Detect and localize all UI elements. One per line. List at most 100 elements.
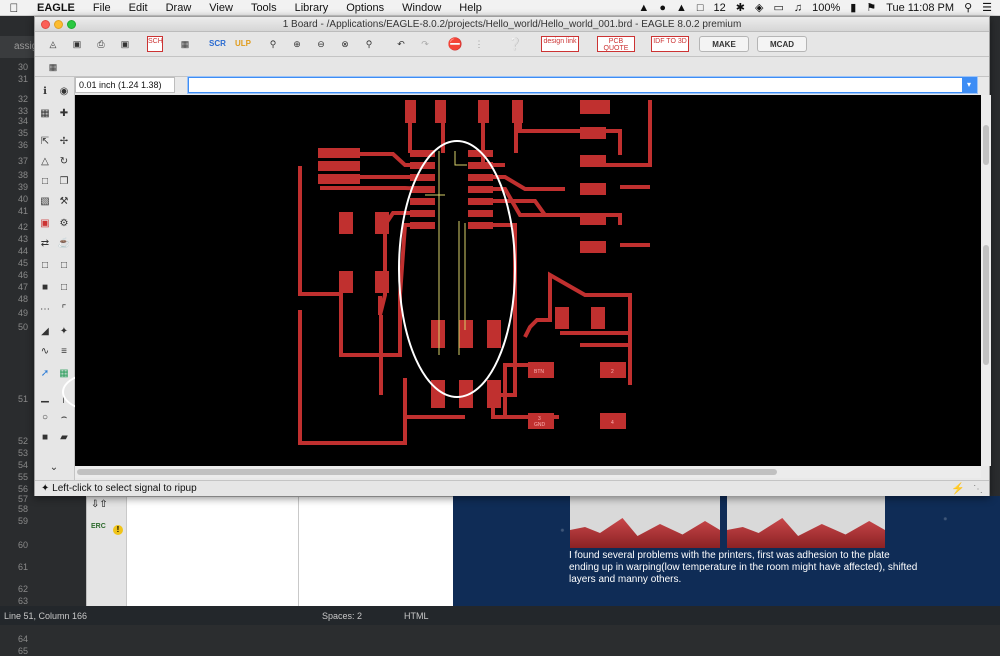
sync-icon[interactable]: ● xyxy=(659,2,666,14)
swap-icon[interactable]: ⇄ xyxy=(38,237,52,251)
move-icon[interactable]: ⇱ xyxy=(38,135,52,149)
zoom-out-icon[interactable]: ⊖ xyxy=(313,36,329,52)
via-icon[interactable]: ✦ xyxy=(57,325,71,339)
mirror-icon[interactable]: △ xyxy=(38,155,52,169)
ulp-icon[interactable]: ULP xyxy=(235,36,251,52)
resize-grip-icon[interactable]: ⋱ xyxy=(973,482,983,497)
print-icon[interactable]: ⎙ xyxy=(93,36,109,52)
add-icon[interactable]: ▣ xyxy=(38,217,52,231)
redo-icon[interactable]: ↷ xyxy=(417,36,433,52)
circle-icon[interactable]: ○ xyxy=(38,411,52,425)
split-wire-icon[interactable]: ◢ xyxy=(38,325,52,339)
mark-icon[interactable]: ✚ xyxy=(57,107,71,121)
arrows-icon[interactable]: ⇩⇧ xyxy=(91,499,108,510)
zoom-button[interactable] xyxy=(67,20,76,29)
split-icon[interactable]: ■ xyxy=(38,281,52,295)
schematic-icon[interactable]: SCH xyxy=(147,36,163,52)
expand-chevron-icon[interactable]: ⌄ xyxy=(47,461,61,475)
lock-icon[interactable]: ☕ xyxy=(57,237,71,251)
notification-icon[interactable]: □ xyxy=(697,2,704,14)
board-canvas[interactable]: BTN 2 3 GND 4 xyxy=(75,95,981,466)
flag-icon[interactable]: ⚑ xyxy=(866,1,876,14)
zoom-redraw-icon[interactable]: ⊗ xyxy=(337,36,353,52)
library-icon[interactable]: ▦ xyxy=(177,36,193,52)
rect-icon[interactable]: ■ xyxy=(38,431,52,445)
horizontal-scrollbar[interactable] xyxy=(75,466,981,478)
rotate-icon[interactable]: ↻ xyxy=(57,155,71,169)
help-icon[interactable]: ❔ xyxy=(507,36,523,52)
group-icon[interactable]: □ xyxy=(38,175,52,189)
copy-icon[interactable]: ❐ xyxy=(57,175,71,189)
menu-library[interactable]: Library xyxy=(286,2,338,14)
make-button[interactable]: MAKE xyxy=(699,36,749,52)
optimize-icon[interactable]: ⋯ xyxy=(38,303,52,317)
name-icon[interactable]: □ xyxy=(38,259,52,273)
design-link-button[interactable]: design link xyxy=(541,36,579,52)
value-icon[interactable]: □ xyxy=(57,259,71,273)
bolt-icon[interactable]: ⚡ xyxy=(951,482,965,497)
length-icon[interactable]: ≡ xyxy=(57,345,71,359)
syntax-mode[interactable]: HTML xyxy=(404,611,429,621)
warning-icon[interactable]: ! xyxy=(113,525,123,535)
smash-icon[interactable]: □ xyxy=(57,281,71,295)
cam-icon[interactable]: ▣ xyxy=(117,36,133,52)
menu-options[interactable]: Options xyxy=(337,2,393,14)
arc-icon[interactable]: ⌢ xyxy=(57,411,71,425)
pcb-quote-button[interactable]: PCB QUOTE xyxy=(597,36,635,52)
display-layers-icon[interactable]: ▦ xyxy=(38,107,52,121)
cursor-position[interactable]: Line 51, Column 166 xyxy=(4,611,87,621)
search-icon[interactable]: ⚲ xyxy=(964,1,972,14)
route-icon[interactable]: ➚ xyxy=(38,367,52,381)
open-icon[interactable]: ◬ xyxy=(45,36,61,52)
move-group-icon[interactable]: ✢ xyxy=(57,135,71,149)
command-history-dropdown-icon[interactable]: ▾ xyxy=(962,78,976,92)
list-icon[interactable]: ☰ xyxy=(982,1,992,14)
battery-icon[interactable]: ▮ xyxy=(850,1,856,14)
menu-window[interactable]: Window xyxy=(393,2,450,14)
script-icon[interactable]: SCR xyxy=(209,36,226,52)
grid-icon[interactable]: ▦ xyxy=(45,59,61,75)
airplay-icon[interactable]: ▭ xyxy=(773,1,783,14)
dropbox-icon[interactable]: ▲ xyxy=(638,2,649,14)
apple-menu-icon[interactable]:  xyxy=(0,1,28,15)
show-icon[interactable]: ◉ xyxy=(57,85,71,99)
ic-pin-r6 xyxy=(468,210,493,217)
miter-icon[interactable]: ⌜ xyxy=(57,303,71,317)
mcad-button[interactable]: MCAD xyxy=(757,36,807,52)
zoom-select-icon[interactable]: ⚲ xyxy=(361,36,377,52)
undo-icon[interactable]: ↶ xyxy=(393,36,409,52)
print-photo-1 xyxy=(570,496,720,548)
clock[interactable]: Tue 11:08 PM xyxy=(886,2,954,14)
zoom-fit-icon[interactable]: ⚲ xyxy=(265,36,281,52)
idf-to-3d-button[interactable]: IDF TO 3D xyxy=(651,36,689,52)
line-number: 30 xyxy=(17,62,28,72)
zoom-in-icon[interactable]: ⊕ xyxy=(289,36,305,52)
vertical-scrollbar[interactable] xyxy=(981,95,991,466)
minimize-button[interactable] xyxy=(54,20,63,29)
info-icon[interactable]: ℹ xyxy=(38,85,52,99)
erc-icon[interactable]: ERC xyxy=(91,523,106,530)
command-input[interactable]: ▾ xyxy=(188,77,977,93)
bluetooth-icon[interactable]: ✱ xyxy=(736,1,745,14)
menu-tools[interactable]: Tools xyxy=(242,2,286,14)
wire-icon[interactable]: ▁ xyxy=(38,391,52,405)
replace-icon[interactable]: ⚙ xyxy=(57,217,71,231)
change-icon[interactable]: ⚒ xyxy=(57,195,71,209)
volume-icon[interactable]: ♫ xyxy=(794,2,802,14)
menu-edit[interactable]: Edit xyxy=(120,2,157,14)
menu-file[interactable]: File xyxy=(84,2,120,14)
indent-setting[interactable]: Spaces: 2 xyxy=(322,611,362,621)
menu-draw[interactable]: Draw xyxy=(157,2,201,14)
go-icon[interactable]: ⋮ xyxy=(471,36,487,52)
wifi-icon[interactable]: ◈ xyxy=(755,1,763,14)
control-icon[interactable]: ▲ xyxy=(676,2,687,14)
save-icon[interactable]: ▣ xyxy=(69,36,85,52)
menu-help[interactable]: Help xyxy=(450,2,491,14)
menu-view[interactable]: View xyxy=(200,2,242,14)
delete-icon[interactable]: ▧ xyxy=(38,195,52,209)
polygon-icon[interactable]: ▰ xyxy=(57,431,71,445)
stop-icon[interactable]: ⛔ xyxy=(447,36,463,52)
meander-icon[interactable]: ∿ xyxy=(38,345,52,359)
close-button[interactable] xyxy=(41,20,50,29)
menu-app-name[interactable]: EAGLE xyxy=(28,2,84,14)
